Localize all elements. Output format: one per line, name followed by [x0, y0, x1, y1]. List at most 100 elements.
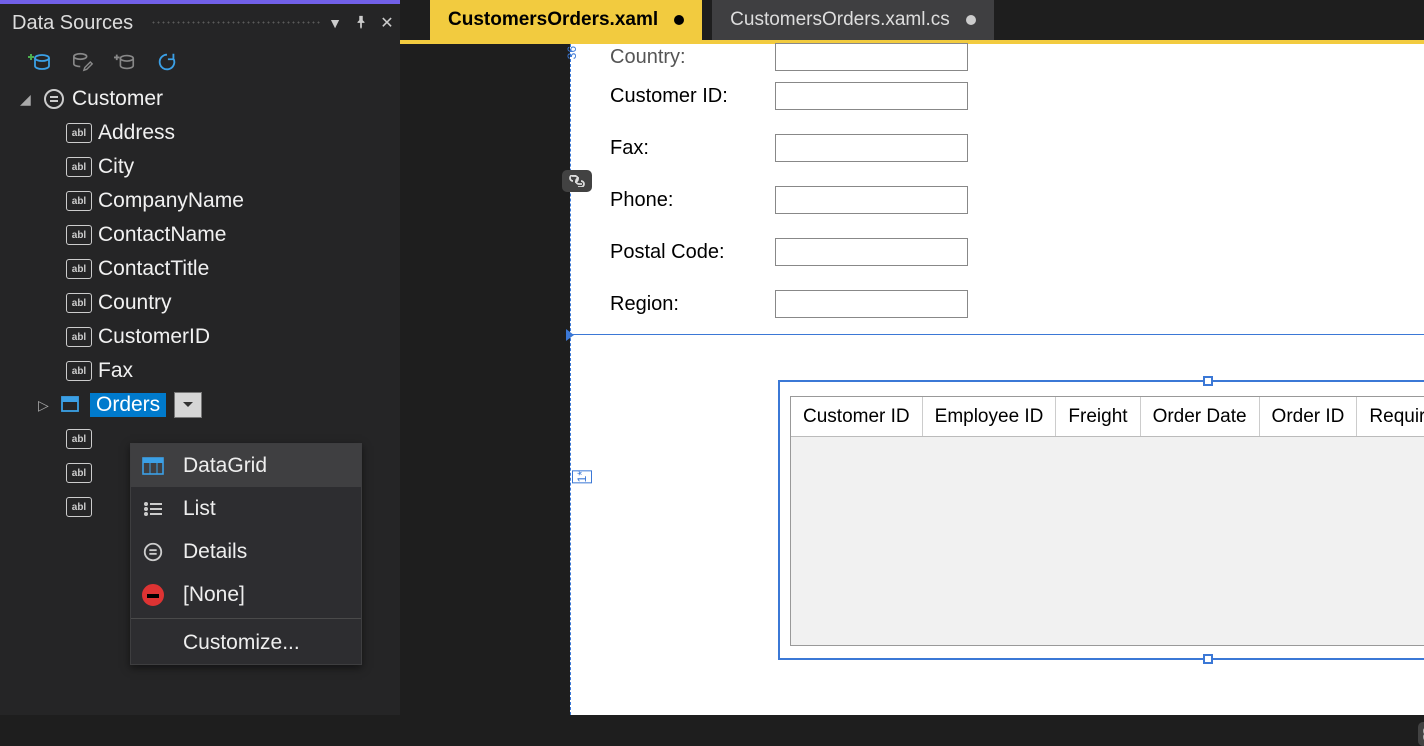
menu-label: [None] [183, 583, 245, 607]
field-icon: abl [66, 225, 92, 245]
menu-label: Details [183, 540, 247, 564]
form-input[interactable] [775, 238, 968, 266]
link-badge-icon[interactable] [562, 170, 592, 192]
form-input[interactable] [775, 186, 968, 214]
field-label: Country [98, 291, 172, 315]
column-header[interactable]: Freight [1056, 397, 1140, 436]
column-header[interactable]: Employee ID [923, 397, 1057, 436]
tree-field[interactable]: abl Country [20, 286, 400, 320]
tree-field[interactable]: abl Address [20, 116, 400, 150]
entity-icon [42, 87, 66, 111]
config-datasource-icon[interactable] [114, 51, 136, 73]
field-icon: abl [66, 497, 92, 517]
edit-datasource-icon[interactable] [72, 51, 94, 73]
panel-title: Data Sources [12, 12, 133, 35]
form-label: Fax: [610, 137, 775, 160]
margin-anchor-icon[interactable] [1418, 722, 1424, 746]
details-icon [139, 541, 167, 563]
form-input[interactable] [775, 290, 968, 318]
expand-icon[interactable]: ◢ [20, 91, 36, 108]
document-tabbar: CustomersOrders.xaml CustomersOrders.xam… [400, 0, 1424, 40]
unsaved-dot-icon [674, 15, 684, 25]
tab-active[interactable]: CustomersOrders.xaml [430, 0, 702, 40]
menu-label: DataGrid [183, 454, 267, 478]
field-label: Fax [98, 359, 133, 383]
column-header[interactable]: Customer ID [791, 397, 923, 436]
tab-label: CustomersOrders.xaml.cs [730, 9, 950, 31]
form-input[interactable] [775, 43, 968, 71]
menu-item-list[interactable]: List [131, 487, 361, 530]
panel-grip[interactable] [151, 20, 322, 26]
form-label: Phone: [610, 189, 775, 212]
form-fields: Country: Customer ID: Fax: Phone: Postal… [610, 44, 968, 330]
column-header[interactable]: Order ID [1260, 397, 1358, 436]
tree-field[interactable]: ablCity [20, 150, 400, 184]
datagrid[interactable]: Customer ID Employee ID Freight Order Da… [790, 396, 1424, 646]
column-header[interactable]: Required Date [1357, 397, 1424, 436]
field-label: Address [98, 121, 175, 145]
datagrid-body [791, 437, 1424, 645]
ruler-star: 1* [572, 470, 592, 483]
field-label: CompanyName [98, 189, 244, 213]
field-icon: abl [66, 259, 92, 279]
tree-field[interactable]: abl CustomerID [20, 320, 400, 354]
pin-icon[interactable] [348, 15, 374, 32]
form-label: Postal Code: [610, 241, 775, 264]
field-icon: abl [66, 429, 92, 449]
resize-handle[interactable] [1203, 376, 1213, 386]
collection-icon [60, 395, 84, 415]
panel-menu-icon[interactable]: ▼ [322, 15, 348, 31]
menu-separator [131, 618, 361, 619]
add-datasource-icon[interactable] [28, 50, 52, 74]
field-icon: abl [66, 463, 92, 483]
xaml-designer[interactable]: 36 1* Country: Customer ID: Fax: Phone: … [570, 44, 1424, 715]
menu-item-details[interactable]: Details [131, 530, 361, 573]
menu-label: List [183, 497, 216, 521]
field-icon: abl [66, 361, 92, 381]
form-label: Region: [610, 293, 775, 316]
tab-inactive[interactable]: CustomersOrders.xaml.cs [712, 0, 994, 40]
orders-dropdown-button[interactable] [174, 392, 202, 418]
tree-field[interactable]: abl ContactTitle [20, 252, 400, 286]
editor-area: CustomersOrders.xaml CustomersOrders.xam… [400, 0, 1424, 715]
ruler-vertical: 36 [570, 44, 590, 715]
field-icon: abl [66, 123, 92, 143]
unsaved-dot-icon [966, 15, 976, 25]
form-label: Country: [610, 46, 775, 69]
tree-node-orders[interactable]: ▷ Orders [20, 388, 400, 422]
datagrid-header: Customer ID Employee ID Freight Order Da… [791, 397, 1424, 437]
field-label: ContactTitle [98, 257, 209, 281]
menu-label: Customize... [183, 631, 300, 655]
field-label: CustomerID [98, 325, 210, 349]
form-label: Customer ID: [610, 85, 775, 108]
menu-item-customize[interactable]: Customize... [131, 621, 361, 664]
tree-field[interactable]: abl CompanyName [20, 184, 400, 218]
node-label-selected: Orders [90, 393, 166, 417]
resize-handle[interactable] [1203, 654, 1213, 664]
datagrid-icon [139, 457, 167, 475]
tree-node-customer[interactable]: ◢ Customer [20, 82, 400, 116]
expand-icon[interactable]: ▷ [38, 397, 54, 414]
field-icon: abl [66, 191, 92, 211]
tree-field[interactable]: abl ContactName [20, 218, 400, 252]
field-label: ContactName [98, 223, 226, 247]
panel-toolbar [0, 42, 400, 82]
grid-split-line[interactable] [570, 334, 1424, 335]
ruler-mark: 36 [565, 46, 579, 59]
panel-header: Data Sources ▼ ✕ [0, 4, 400, 42]
column-header[interactable]: Order Date [1141, 397, 1260, 436]
list-icon [139, 501, 167, 517]
refresh-icon[interactable] [156, 51, 178, 73]
tree-field[interactable]: abl Fax [20, 354, 400, 388]
close-icon[interactable]: ✕ [374, 13, 400, 33]
menu-item-none[interactable]: [None] [131, 573, 361, 616]
node-label: Customer [72, 87, 163, 111]
none-icon [139, 584, 167, 606]
field-icon: abl [66, 157, 92, 177]
control-type-menu: DataGrid List Details [None] Customize..… [130, 443, 362, 665]
menu-item-datagrid[interactable]: DataGrid [131, 444, 361, 487]
field-icon: abl [66, 293, 92, 313]
field-icon: abl [66, 327, 92, 347]
form-input[interactable] [775, 82, 968, 110]
form-input[interactable] [775, 134, 968, 162]
